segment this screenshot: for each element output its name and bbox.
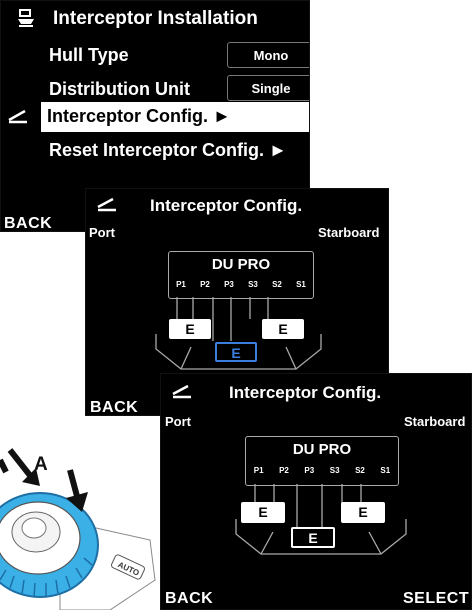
back-button[interactable]: BACK xyxy=(165,590,213,608)
wiring-diagram xyxy=(235,484,407,555)
port-labels: P1 P2 P3 S3 S2 S1 xyxy=(169,280,313,289)
port-p3: P3 xyxy=(224,280,234,289)
interceptor-starboard[interactable]: E xyxy=(262,319,304,339)
back-button[interactable]: BACK xyxy=(90,399,138,415)
port-p3: P3 xyxy=(304,466,315,475)
port-p2: P2 xyxy=(279,466,289,475)
page-title: Interceptor Installation xyxy=(53,8,258,29)
control-knob-illustration: AUTO A xyxy=(0,420,160,610)
distribution-unit-label[interactable]: Distribution Unit xyxy=(49,79,190,100)
menu-item-interceptor-config[interactable]: Interceptor Config. ► xyxy=(41,102,309,132)
reset-interceptor-config-item[interactable]: Reset Interceptor Config. ► xyxy=(49,140,287,161)
port-s3: S3 xyxy=(248,280,258,289)
interceptor-config-label: Interceptor Config. ► xyxy=(47,106,231,126)
title-bar: Interceptor Installation xyxy=(1,1,309,39)
port-s2: S2 xyxy=(272,280,282,289)
port-p2: P2 xyxy=(200,280,210,289)
interceptor-starboard[interactable]: E xyxy=(341,502,385,523)
port-p1: P1 xyxy=(176,280,186,289)
du-pro-unit: DU PRO P1 P2 P3 S3 S2 S1 xyxy=(245,436,399,486)
interceptor-center-selected[interactable]: E xyxy=(215,342,257,362)
interceptor-port[interactable]: E xyxy=(241,502,285,523)
back-button[interactable]: BACK xyxy=(4,215,52,231)
distribution-unit-value[interactable]: Single xyxy=(227,75,309,101)
port-s2: S2 xyxy=(355,466,365,475)
interceptor-port[interactable]: E xyxy=(169,319,211,339)
port-s3: S3 xyxy=(329,466,340,475)
select-button[interactable]: SELECT xyxy=(403,590,469,608)
du-label: DU PRO xyxy=(292,441,352,458)
hull-type-value[interactable]: Mono xyxy=(227,42,309,68)
knob-drawing: AUTO xyxy=(0,448,156,610)
port-s1: S1 xyxy=(296,280,306,289)
port-s1: S1 xyxy=(380,466,391,475)
interceptor-center[interactable]: E xyxy=(291,527,335,548)
interceptor-config-screen-2: Interceptor Config. Port Starboard DU PR… xyxy=(160,373,472,610)
du-label: DU PRO xyxy=(211,256,271,273)
port-labels: P1 P2 P3 S3 S2 S1 xyxy=(246,466,398,475)
callout-label-a: A xyxy=(34,454,48,475)
hull-type-label[interactable]: Hull Type xyxy=(49,45,129,66)
du-pro-unit: DU PRO P1 P2 P3 S3 S2 S1 xyxy=(168,251,314,299)
port-p1: P1 xyxy=(253,466,264,475)
